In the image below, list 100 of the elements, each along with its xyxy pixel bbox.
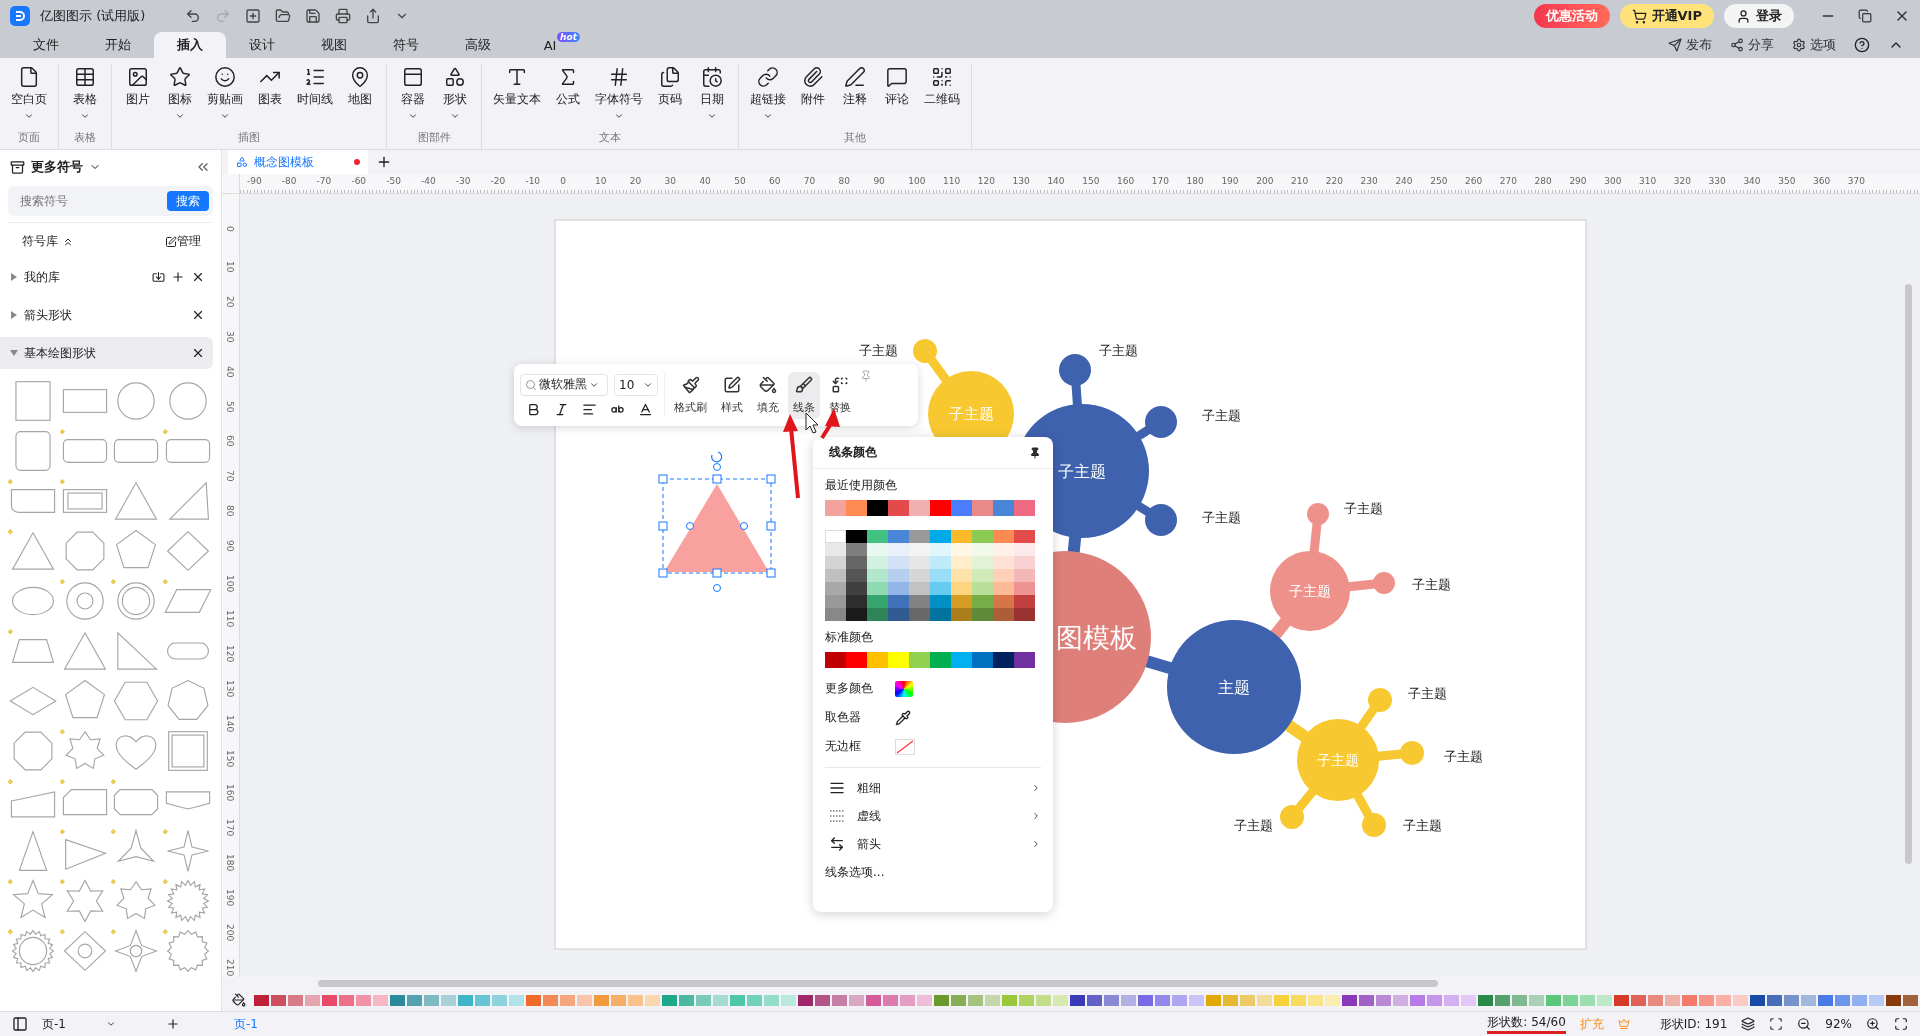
ruler-number: 20 [225, 295, 235, 308]
group-label: 文本 [598, 130, 622, 146]
page-dropdown[interactable]: 页-1 [42, 1015, 152, 1033]
ribbon-button[interactable]: 表格 [65, 64, 105, 130]
ruler-number: 220 [1325, 176, 1343, 186]
ribbon-button[interactable]: 空白页 [6, 64, 52, 130]
ruler-number: 190 [1221, 176, 1239, 186]
ruler-number: 140 [225, 714, 235, 732]
header-action[interactable]: 发布 [1668, 36, 1712, 54]
ribbon-button[interactable]: 形状 [435, 64, 475, 130]
library-row[interactable]: 箭头形状 [0, 299, 213, 331]
ruler-number: -50 [386, 176, 401, 186]
toolbar-button[interactable]: 替换 [824, 371, 856, 419]
subtopic-label: 子主题 [1402, 818, 1442, 833]
ribbon-button[interactable]: 附件 [793, 64, 833, 130]
toolbar-button[interactable]: 线条 [788, 371, 820, 419]
library-row[interactable]: 基本绘图形状 [0, 337, 213, 369]
ruler-number: 40 [699, 176, 711, 186]
ruler-number: 50 [225, 400, 235, 412]
group-label: 页面 [17, 130, 41, 146]
group-label: 插图 [237, 130, 261, 146]
ribbon-button[interactable]: 二维码 [919, 64, 965, 130]
ruler-number: 90 [873, 176, 885, 186]
menu-tab[interactable]: AI hot [514, 32, 586, 58]
topic-label: 子主题 [1289, 583, 1331, 600]
ruler-number: 30 [664, 176, 677, 186]
menu-tab[interactable]: 插入 [154, 32, 226, 58]
ruler-number: 280 [1534, 176, 1552, 186]
subtopic-label: 子主题 [1411, 577, 1451, 592]
ruler-number: 170 [1151, 176, 1169, 186]
menu-tab[interactable]: 符号 [370, 32, 442, 58]
font-field[interactable]: 微软雅黑 [520, 373, 608, 396]
menu-tab[interactable]: 设计 [226, 32, 298, 58]
ribbon-button[interactable]: 矢量文本 [488, 64, 546, 130]
menu-option[interactable]: 取色器 [825, 709, 873, 726]
ruler-number: -20 [490, 176, 506, 186]
zoom-level: 92% [1825, 1017, 1852, 1031]
group-label: 表格 [73, 130, 97, 146]
header-action[interactable]: 选项 [1792, 36, 1836, 54]
ruler-number: 180 [225, 854, 235, 872]
ruler-number: 310 [1639, 176, 1657, 186]
ribbon-button[interactable]: 注释 [835, 64, 875, 130]
panel-title[interactable]: 更多符号 [31, 158, 83, 176]
ruler-number: 180 [1186, 176, 1204, 186]
document-tab[interactable]: 概念图模板 [228, 150, 368, 174]
ruler-number: 60 [769, 176, 781, 186]
ribbon-button[interactable]: 超链接 [745, 64, 791, 130]
menu-option[interactable]: 更多颜色 [825, 680, 873, 697]
ruler-number: 160 [1117, 176, 1135, 186]
menu-tab[interactable]: 高级 [442, 32, 514, 58]
subtopic-label: 子主题 [1443, 749, 1483, 764]
ruler-number: -60 [351, 176, 367, 186]
login-button[interactable]: 登录 [1724, 4, 1794, 28]
ruler-number: 10 [225, 260, 235, 273]
ribbon-button[interactable]: 地图 [340, 64, 380, 130]
submenu-item[interactable]: 虚线 [825, 802, 1041, 830]
submenu-item[interactable]: 箭头 [825, 830, 1041, 858]
ribbon-button[interactable]: 时间线 [292, 64, 338, 130]
vip-button[interactable]: 开通VIP [1619, 4, 1714, 28]
ruler-number: 340 [1743, 176, 1761, 186]
ruler-number: -30 [455, 176, 471, 186]
library-row[interactable]: 我的库 [0, 261, 213, 293]
ribbon-button[interactable]: 评论 [877, 64, 917, 130]
menu-tab[interactable]: 视图 [298, 32, 370, 58]
menu-option[interactable]: 线条选项... [825, 858, 1041, 886]
toolbar-button[interactable]: 样式 [716, 371, 748, 419]
ribbon-button[interactable]: 公式 [548, 64, 588, 130]
ruler-number: 150 [225, 749, 235, 767]
ruler-number: 210 [1291, 176, 1309, 186]
toolbar-button[interactable]: 填充 [752, 371, 784, 419]
menu-option[interactable]: 无边框 [825, 738, 873, 755]
font-size-field[interactable]: 10 [614, 373, 658, 396]
menu-tab[interactable]: 文件 [10, 32, 82, 58]
ribbon-button[interactable]: 图片 [118, 64, 158, 130]
ruler-number: 160 [225, 784, 235, 802]
ruler-number: 290 [1569, 176, 1587, 186]
search-button[interactable]: 搜索 [167, 191, 209, 211]
hot-badge: hot [557, 32, 580, 42]
ribbon-button[interactable]: 日期 [692, 64, 732, 130]
page-tab[interactable]: 页-1 [234, 1015, 258, 1033]
ribbon-button[interactable]: 剪贴画 [202, 64, 248, 130]
ruler-number: 30 [225, 330, 235, 343]
submenu-item[interactable]: 粗细 [825, 774, 1041, 802]
toolbar-button[interactable]: 格式刷 [669, 371, 712, 419]
ribbon-button[interactable]: 字体符号 [590, 64, 648, 130]
menu-tab[interactable]: 开始 [82, 32, 154, 58]
ribbon-button[interactable]: 页码 [650, 64, 690, 130]
app-title: 亿图图示 (试用版) [40, 7, 146, 25]
ribbon-button[interactable]: 图标 [160, 64, 200, 130]
manage-link[interactable]: 管理 [177, 233, 201, 250]
ruler-number: 140 [1047, 176, 1065, 186]
ruler-number: 100 [225, 575, 235, 593]
ruler-number: 260 [1465, 176, 1483, 186]
search-field[interactable]: 搜索符号 搜索 [8, 186, 213, 216]
ruler-number: 330 [1708, 176, 1726, 186]
library-header[interactable]: 符号库 [22, 233, 58, 250]
header-action[interactable]: 分享 [1730, 36, 1774, 54]
ribbon-button[interactable]: 容器 [393, 64, 433, 130]
topic-label: 主题 [1218, 677, 1250, 697]
ribbon-button[interactable]: 图表 [250, 64, 290, 130]
